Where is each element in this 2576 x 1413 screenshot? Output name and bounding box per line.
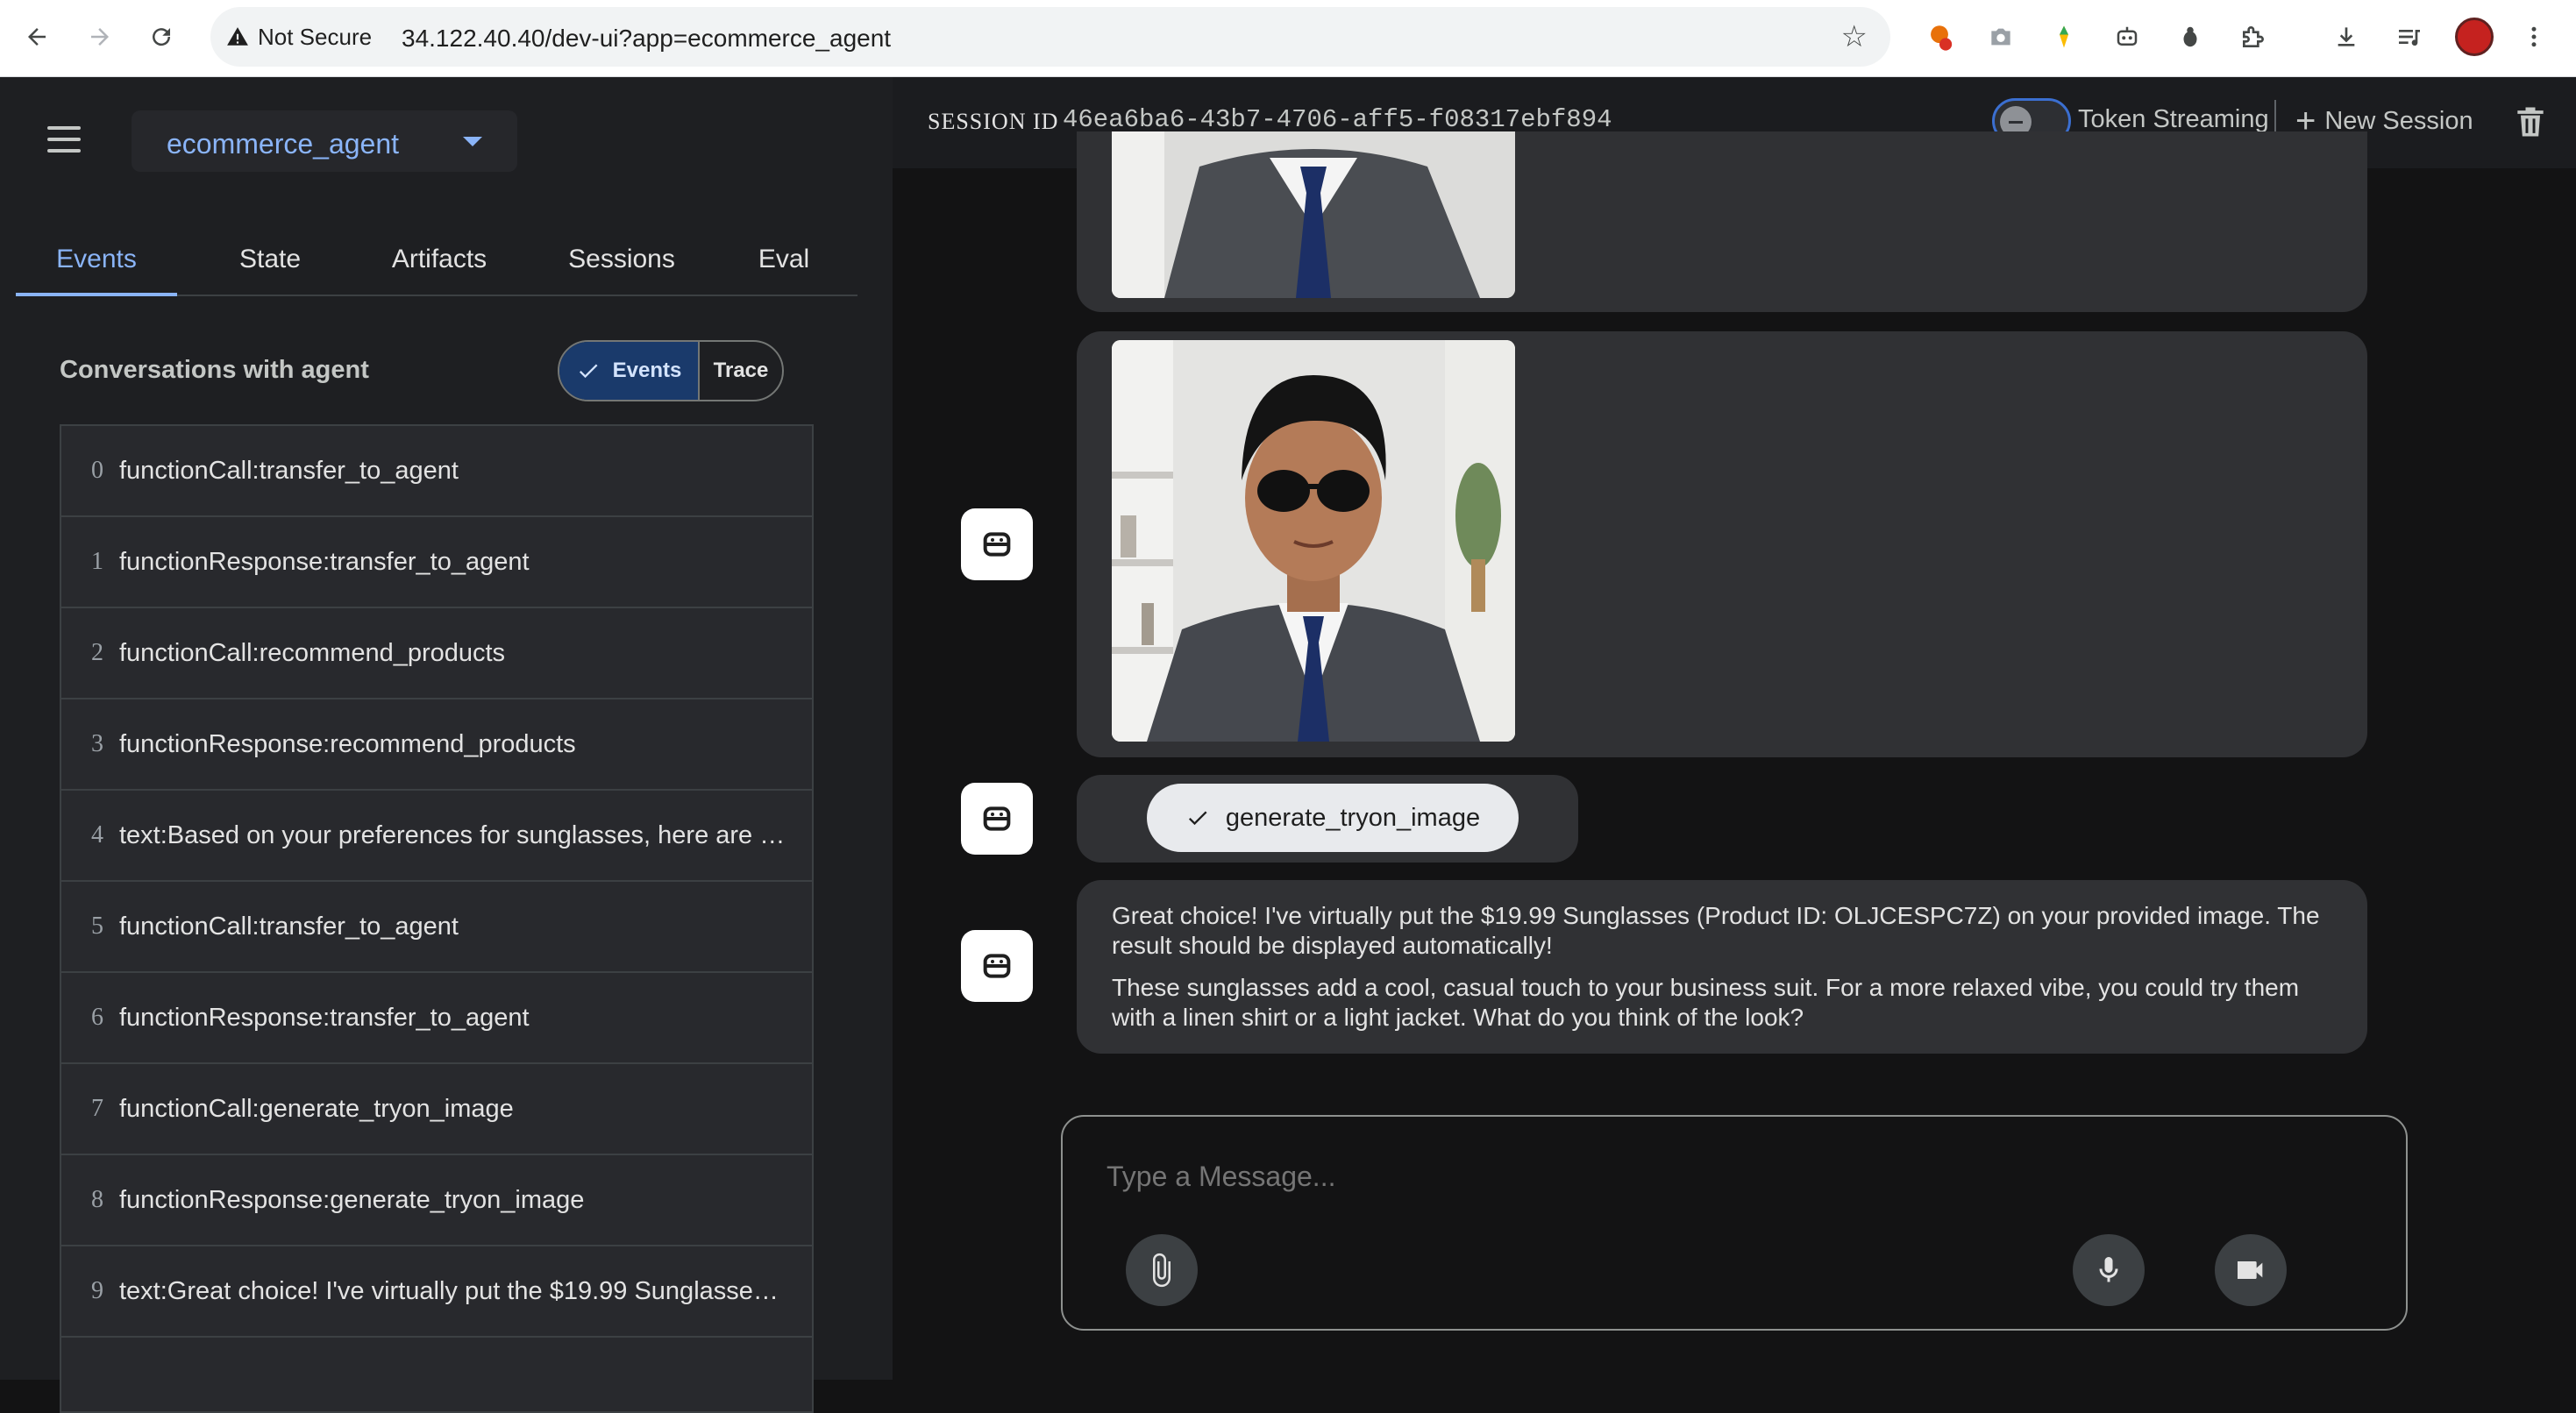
reload-icon[interactable] bbox=[137, 12, 186, 61]
token-streaming-label: Token Streaming bbox=[2078, 105, 2269, 133]
warning-icon bbox=[227, 27, 248, 46]
sidebar: ecommerce_agent Events State Artifacts S… bbox=[0, 77, 893, 1413]
event-index: 9 bbox=[91, 1277, 103, 1304]
app-selector[interactable]: ecommerce_agent bbox=[132, 110, 517, 172]
download-icon[interactable] bbox=[2325, 16, 2367, 58]
events-toggle-label: Events bbox=[612, 359, 682, 382]
image-message-bubble bbox=[1077, 331, 2367, 757]
robot-icon bbox=[983, 954, 1011, 978]
back-arrow-icon[interactable] bbox=[12, 12, 61, 61]
robot-icon bbox=[983, 806, 1011, 831]
event-text: functionCall:generate_tryon_image bbox=[119, 1094, 514, 1123]
more-vertical-icon[interactable] bbox=[2513, 16, 2555, 58]
paperclip-icon bbox=[1153, 1253, 1171, 1288]
session-id-label: SESSION ID bbox=[928, 109, 1059, 134]
checkmark-icon bbox=[1188, 811, 1207, 826]
tab-events[interactable]: Events bbox=[16, 223, 177, 296]
menu-hamburger-icon[interactable] bbox=[47, 126, 81, 153]
active-tab-indicator bbox=[16, 293, 177, 296]
browser-toolbar: Not Secure 34.122.40.40/dev-ui?app=ecomm… bbox=[0, 0, 2576, 77]
tool-call-label: generate_tryon_image bbox=[1225, 803, 1481, 832]
events-toggle-button[interactable]: Events bbox=[559, 342, 700, 400]
puzzle-extensions-icon[interactable] bbox=[2232, 16, 2274, 58]
tab-sessions[interactable]: Sessions bbox=[530, 223, 714, 296]
extension-chef-hat-icon[interactable] bbox=[1918, 16, 1960, 58]
agent-message-paragraph: Great choice! I've virtually put the $19… bbox=[1112, 902, 2320, 959]
tool-call-chip[interactable]: generate_tryon_image bbox=[1147, 784, 1519, 852]
event-text: functionResponse:transfer_to_agent bbox=[119, 547, 530, 576]
event-text: functionCall:recommend_products bbox=[119, 638, 506, 667]
trace-toggle-button[interactable]: Trace bbox=[700, 342, 782, 400]
event-row[interactable]: 1 functionResponse:transfer_to_agent bbox=[61, 517, 812, 608]
event-text: functionResponse:transfer_to_agent bbox=[119, 1003, 530, 1032]
event-row[interactable]: 0 functionCall:transfer_to_agent bbox=[61, 426, 812, 517]
trash-icon[interactable] bbox=[2511, 102, 2550, 142]
event-text: text:Great choice! I've virtually put th… bbox=[119, 1276, 791, 1305]
attach-button[interactable] bbox=[1126, 1234, 1198, 1306]
event-index: 5 bbox=[91, 912, 103, 940]
profile-avatar[interactable] bbox=[2455, 18, 2494, 56]
event-row[interactable]: 4 text:Based on your preferences for sung… bbox=[61, 791, 812, 882]
tab-state[interactable]: State bbox=[191, 223, 349, 296]
tab-eval[interactable]: Eval bbox=[714, 223, 854, 296]
event-index: 0 bbox=[91, 457, 103, 484]
video-button[interactable] bbox=[2215, 1234, 2287, 1306]
event-text: text:Based on your preferences for sungl… bbox=[119, 820, 791, 849]
bug-icon[interactable] bbox=[2169, 16, 2211, 58]
event-row[interactable]: 5 functionCall:transfer_to_agent bbox=[61, 882, 812, 973]
event-index: 4 bbox=[91, 821, 103, 849]
microphone-icon bbox=[2099, 1257, 2118, 1282]
event-row[interactable]: 2 functionCall:recommend_products bbox=[61, 608, 812, 699]
agent-message-paragraph: These sunglasses add a cool, casual touc… bbox=[1112, 974, 2300, 1031]
event-row[interactable]: 3 functionResponse:recommend_products bbox=[61, 699, 812, 791]
event-index: 8 bbox=[91, 1186, 103, 1213]
conversations-title: Conversations with agent bbox=[60, 356, 369, 384]
event-text: functionCall:transfer_to_agent bbox=[119, 456, 459, 485]
camera-icon[interactable] bbox=[1980, 16, 2022, 58]
event-text: functionResponse:generate_tryon_image bbox=[119, 1185, 585, 1214]
event-row[interactable]: 9 text:Great choice! I've virtually put t… bbox=[61, 1246, 812, 1338]
agent-avatar bbox=[961, 783, 1033, 855]
event-text: functionResponse:recommend_products bbox=[119, 729, 576, 758]
url-text[interactable]: 34.122.40.40/dev-ui?app=ecommerce_agent bbox=[402, 25, 891, 53]
event-index: 2 bbox=[91, 639, 103, 666]
security-indicator[interactable]: Not Secure bbox=[226, 19, 372, 54]
agent-avatar bbox=[961, 930, 1033, 1002]
session-id-value: 46ea6ba6-43b7-4706-aff5-f08317ebf894 bbox=[1063, 105, 1612, 134]
event-index: 6 bbox=[91, 1004, 103, 1031]
app-name: ecommerce_agent bbox=[167, 128, 400, 160]
gem-extension-icon[interactable] bbox=[2043, 16, 2085, 58]
robot-extension-icon[interactable] bbox=[2106, 16, 2148, 58]
video-camera-icon bbox=[2238, 1261, 2263, 1279]
message-input[interactable] bbox=[1107, 1161, 2334, 1193]
event-row[interactable]: 7 functionCall:generate_tryon_image bbox=[61, 1064, 812, 1155]
tab-artifacts[interactable]: Artifacts bbox=[349, 223, 530, 296]
event-index: 7 bbox=[91, 1095, 103, 1122]
event-index: 1 bbox=[91, 548, 103, 575]
address-bar[interactable]: Not Secure 34.122.40.40/dev-ui?app=ecomm… bbox=[210, 7, 1890, 67]
bookmark-star-icon[interactable]: ☆ bbox=[1841, 19, 1868, 54]
sidebar-tabs: Events State Artifacts Sessions Eval bbox=[16, 223, 857, 296]
tryon-image-cropped[interactable] bbox=[1112, 131, 1515, 298]
forward-arrow-icon[interactable] bbox=[75, 12, 125, 61]
microphone-button[interactable] bbox=[2073, 1234, 2145, 1306]
event-row[interactable]: 6 functionResponse:transfer_to_agent bbox=[61, 973, 812, 1064]
robot-icon bbox=[983, 532, 1011, 557]
checkmark-icon bbox=[579, 364, 598, 379]
message-composer bbox=[1061, 1115, 2408, 1331]
event-index: 3 bbox=[91, 730, 103, 757]
event-list: 0 functionCall:transfer_to_agent 1 function… bbox=[60, 424, 814, 1413]
event-text: functionCall:transfer_to_agent bbox=[119, 912, 459, 941]
event-row[interactable]: 8 functionResponse:generate_tryon_image bbox=[61, 1155, 812, 1246]
media-queue-icon[interactable] bbox=[2388, 16, 2430, 58]
security-label: Not Secure bbox=[258, 23, 373, 50]
tryon-image[interactable] bbox=[1112, 340, 1515, 742]
image-message-bubble bbox=[1077, 131, 2367, 312]
events-trace-toggle: Events Trace bbox=[558, 340, 784, 401]
caret-down-icon bbox=[463, 137, 482, 146]
agent-avatar bbox=[961, 508, 1033, 580]
